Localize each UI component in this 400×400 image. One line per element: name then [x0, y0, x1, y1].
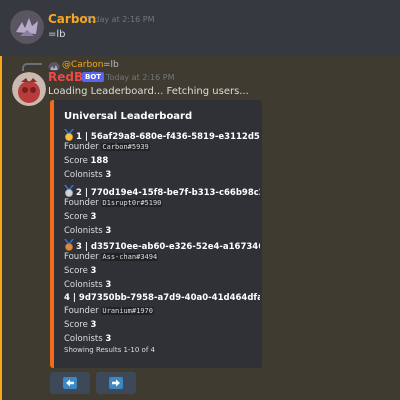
- founder-label: Founder: [64, 306, 99, 316]
- message-redboi: @Carbon =lb RedBoi BOT Today at 2:16 PM …: [0, 56, 400, 400]
- score-label: Score: [64, 212, 88, 222]
- bronze-medal-icon: [64, 239, 74, 251]
- entry-rank: 4 | 9d7350bb-7958-a7d9-40a0-41d464dfa939: [64, 293, 260, 303]
- score-value: 3: [90, 266, 97, 276]
- founder-label: Founder: [64, 252, 99, 262]
- founder-value: Ass-chan#3494: [101, 253, 159, 261]
- redboi-avatar[interactable]: [12, 72, 46, 106]
- founder-value: D1srupt0r#5190: [101, 199, 163, 207]
- score-label: Score: [64, 266, 88, 276]
- message-carbon: Carbon Today at 2:16 PM =lb: [0, 0, 400, 52]
- score-label: Score: [64, 156, 88, 166]
- entry-rank: 3 | d35710ee-ab60-e326-52e4-a1673460851d: [76, 242, 260, 252]
- colonists-label: Colonists: [64, 280, 103, 290]
- founder-value: Uranium#1970: [101, 307, 154, 315]
- message-timestamp: Today at 2:16 PM: [106, 73, 175, 82]
- carbon-avatar[interactable]: [10, 10, 44, 44]
- message-content: Loading Leaderboard... Fetching users...: [48, 86, 249, 97]
- previous-page-reaction[interactable]: [50, 372, 90, 394]
- arrow-right-icon: [109, 377, 123, 389]
- leaderboard-entry: 4 | 9d7350bb-7958-a7d9-40a0-41d464dfa939…: [64, 293, 260, 348]
- colonists-value: 3: [105, 334, 112, 344]
- embed-title: Universal Leaderboard: [64, 111, 193, 122]
- embed-footer: Showing Results 1-10 of 4: [64, 346, 155, 354]
- leaderboard-entry: 1 | 56af29a8-680e-f436-5819-e3112d56bac6…: [64, 129, 260, 184]
- colonists-value: 3: [105, 170, 112, 180]
- reply-author[interactable]: @Carbon: [62, 60, 103, 70]
- gold-medal-icon: [64, 129, 74, 141]
- colonists-value: 3: [105, 226, 112, 236]
- message-timestamp: Today at 2:16 PM: [86, 15, 155, 24]
- leaderboard-entry: 2 | 770d19e4-15f8-be7f-b313-c66b98c20e2a…: [64, 185, 260, 240]
- score-label: Score: [64, 320, 88, 330]
- leaderboard-embed: Universal Leaderboard 1 | 56af29a8-680e-…: [50, 100, 262, 368]
- founder-label: Founder: [64, 142, 99, 152]
- founder-value: Carbon#5939: [101, 143, 150, 151]
- reply-connector: [22, 63, 42, 71]
- colonists-value: 3: [105, 280, 112, 290]
- score-value: 3: [90, 212, 97, 222]
- score-value: 3: [90, 320, 97, 330]
- next-page-reaction[interactable]: [96, 372, 136, 394]
- score-value: 188: [90, 156, 109, 166]
- bot-badge: BOT: [82, 72, 105, 82]
- entry-rank: 2 | 770d19e4-15f8-be7f-b313-c66b98c20e2a: [76, 188, 260, 198]
- message-content: =lb: [48, 29, 66, 40]
- silver-medal-icon: [64, 185, 74, 197]
- reply-content[interactable]: =lb: [103, 60, 119, 70]
- arrow-left-icon: [63, 377, 77, 389]
- colonists-label: Colonists: [64, 226, 103, 236]
- leaderboard-entry: 3 | d35710ee-ab60-e326-52e4-a1673460851d…: [64, 239, 260, 294]
- entry-rank: 1 | 56af29a8-680e-f436-5819-e3112d56bac6: [76, 132, 260, 142]
- colonists-label: Colonists: [64, 170, 103, 180]
- founder-label: Founder: [64, 198, 99, 208]
- colonists-label: Colonists: [64, 334, 103, 344]
